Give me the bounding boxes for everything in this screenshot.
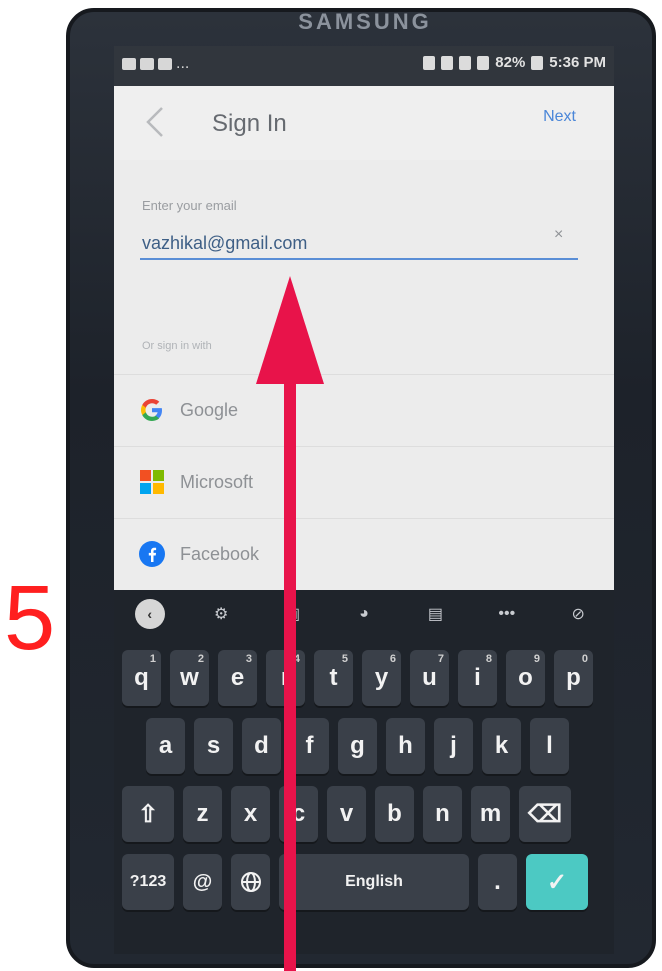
at-key[interactable]: @ (183, 854, 222, 910)
signal-icon (477, 55, 490, 70)
more-icon[interactable]: ••• (471, 605, 542, 623)
key[interactable]: k (482, 718, 521, 774)
google-icon (138, 396, 166, 424)
wifi-icon (459, 55, 472, 70)
microsoft-icon (138, 468, 166, 496)
provider-label: Google (180, 399, 239, 420)
mic-off-icon[interactable]: ⊘ (543, 604, 614, 624)
back-arrow-icon[interactable] (140, 104, 170, 140)
notification-icon (140, 58, 154, 70)
app-bar: Sign In Next (114, 86, 614, 161)
battery-percent: 82% (495, 54, 526, 71)
battery-icon (531, 55, 544, 70)
gear-icon[interactable]: ⚙ (185, 604, 256, 624)
microsoft-sign-in-button[interactable]: Microsoft (114, 446, 614, 517)
page-title: Sign In (212, 110, 287, 137)
backspace-key[interactable]: ⌫ (519, 786, 571, 842)
key[interactable]: b (375, 786, 414, 842)
key[interactable]: q1 (122, 650, 161, 706)
status-more: ... (176, 55, 190, 72)
key[interactable]: g (338, 718, 377, 774)
palette-icon[interactable]: ◕ (328, 605, 399, 623)
provider-label: Facebook (180, 543, 260, 564)
key[interactable]: o9 (506, 650, 545, 706)
back-icon[interactable]: ‹ (134, 599, 165, 629)
phone-frame: SAMSUNG ... 82% 5:36 PM Sign In Next Ent… (66, 8, 656, 968)
status-right: 82% 5:36 PM (423, 54, 606, 71)
key[interactable]: i8 (458, 650, 497, 706)
key[interactable]: s (194, 718, 233, 774)
key-row-4: ?123 @ English . ✓ (122, 854, 588, 910)
lock-icon (423, 55, 436, 70)
key[interactable]: p0 (554, 650, 593, 706)
email-input[interactable] (140, 230, 578, 260)
key[interactable]: a (146, 718, 185, 774)
shift-key[interactable]: ⇧ (122, 786, 174, 842)
status-time: 5:36 PM (549, 54, 606, 71)
device-brand: SAMSUNG (298, 9, 432, 34)
key-row-3: ⇧ z x c v b n m ⌫ (122, 786, 571, 842)
key-row-1: q1 w2 e3 r4 t5 y6 u7 i8 o9 p0 (122, 650, 593, 706)
notification-icon (122, 58, 136, 70)
key-row-2: a s d f g h j k l (146, 718, 569, 774)
on-screen-keyboard: ‹ ⚙ ▣ ◕ ▤ ••• ⊘ q1 w2 e3 r4 t5 y6 u7 i8 (114, 590, 614, 954)
key[interactable]: l (530, 718, 569, 774)
clear-icon[interactable]: × (554, 226, 563, 244)
key[interactable]: y6 (362, 650, 401, 706)
step-number: 5 (4, 567, 56, 669)
key[interactable]: h (386, 718, 425, 774)
next-button[interactable]: Next (543, 108, 576, 126)
clipboard-icon[interactable]: ▤ (400, 604, 471, 624)
enter-key[interactable]: ✓ (526, 854, 588, 910)
notification-icons: ... (122, 55, 190, 72)
keyboard-toolbar: ‹ ⚙ ▣ ◕ ▤ ••• ⊘ (114, 590, 614, 638)
symbols-key[interactable]: ?123 (122, 854, 174, 910)
key[interactable]: n (423, 786, 462, 842)
phone-screen: ... 82% 5:36 PM Sign In Next Enter your … (114, 46, 614, 954)
provider-label: Microsoft (180, 471, 254, 492)
or-sign-in-label: Or sign in with (142, 340, 212, 352)
key[interactable]: j (434, 718, 473, 774)
sync-icon (441, 55, 454, 70)
annotation-arrow (256, 276, 324, 971)
key[interactable]: z (183, 786, 222, 842)
period-key[interactable]: . (478, 854, 517, 910)
notification-icon (158, 58, 172, 70)
key[interactable]: w2 (170, 650, 209, 706)
key[interactable]: u7 (410, 650, 449, 706)
google-sign-in-button[interactable]: Google (114, 374, 614, 445)
status-bar: ... 82% 5:36 PM (114, 46, 614, 86)
tutorial-page: 5 SAMSUNG ... 82% 5:36 PM Sign In Next E… (0, 0, 662, 971)
email-label: Enter your email (142, 198, 237, 213)
sign-in-form: Enter your email × Or sign in with Googl… (114, 160, 614, 590)
facebook-icon (138, 540, 166, 568)
key[interactable]: v (327, 786, 366, 842)
facebook-sign-in-button[interactable]: Facebook (114, 518, 614, 589)
key[interactable]: m (471, 786, 510, 842)
